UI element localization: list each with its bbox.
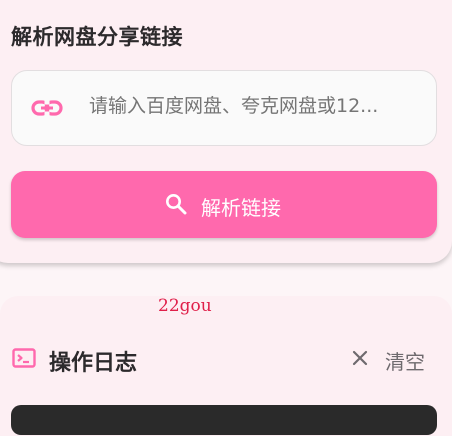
- link-icon: [31, 100, 63, 116]
- log-console: [11, 405, 437, 435]
- log-section-title: 操作日志: [49, 351, 138, 376]
- terminal-icon: [12, 348, 36, 368]
- parse-link-label: 解析链接: [201, 196, 281, 220]
- clear-log-button[interactable]: 清空: [348, 345, 438, 375]
- search-icon: [166, 194, 187, 215]
- clear-log-label: 清空: [385, 350, 425, 374]
- close-icon: [352, 350, 368, 366]
- share-link-input-container[interactable]: [11, 70, 437, 146]
- watermark-text: 22gou: [158, 296, 212, 316]
- share-link-input[interactable]: [89, 95, 419, 117]
- parse-link-button[interactable]: 解析链接: [11, 171, 437, 238]
- page-title: 解析网盘分享链接: [11, 25, 183, 49]
